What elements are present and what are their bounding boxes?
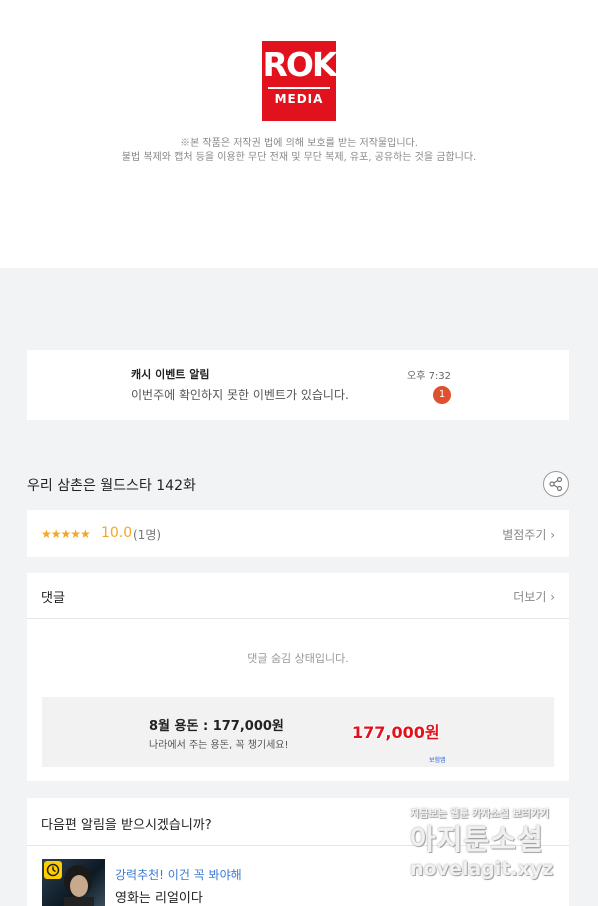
notification-title: 캐시 이벤트 알림 [131,368,210,381]
episode-title: 우리 삼촌은 월드스타 142화 [27,478,196,494]
rate-button[interactable]: 별점주기 › [502,526,555,543]
recommend-title[interactable]: 영화는 리얼이다 [115,887,203,906]
copyright-notice-line1: ※본 작품은 저작권 법에 의해 보호를 받는 저작물입니다. [180,138,418,149]
next-alert-question: 다음편 알림을 받으시겠습니까? [41,818,212,833]
rating-card: ★★★★★ 10.0 (1명) 별점주기 › [27,510,569,557]
share-button[interactable] [543,471,569,497]
recommend-tag: 강력추천! 이건 꼭 봐야해 [115,868,242,882]
watermark-line2: 아지툰소설 [410,823,544,856]
watermark-line3: novelagit.xyz [410,858,554,880]
notification-message: 이번주에 확인하지 못한 이벤트가 있습니다. [131,388,349,402]
rating-count: (1명) [133,528,162,542]
copyright-notice-line2: 불법 복제와 캡처 등을 이용한 무단 전재 및 무단 복제, 유포, 공유하는… [121,152,477,163]
ad-title: 8월 용돈 : 177,000원 [149,719,284,734]
ad-banner[interactable]: 8월 용돈 : 177,000원 나라에서 주는 용돈, 꼭 챙기세요! 177… [42,697,554,767]
comments-more-link[interactable]: 더보기 › [513,588,555,605]
share-icon [549,476,563,492]
logo-text-rok: ROK [262,45,337,84]
notification-card[interactable]: 캐시 이벤트 알림 오후 7:32 이번주에 확인하지 못한 이벤트가 있습니다… [27,350,569,420]
comments-hidden-message: 댓글 숨김 상태입니다. [247,652,349,665]
notification-time: 오후 7:32 [407,371,452,382]
recommend-thumbnail[interactable] [42,859,105,906]
rating-score: 10.0 [101,525,133,541]
divider [27,618,569,619]
comments-header: 댓글 [41,591,65,606]
rating-stars: ★★★★★ [41,527,91,541]
character-illustration [64,865,94,906]
logo-text-media: MEDIA [268,87,330,106]
ad-amount: 177,000원 [352,723,440,742]
ad-subtitle: 나라에서 주는 용돈, 꼭 챙기세요! [149,740,289,751]
ad-tag: 보험앱 [429,757,446,764]
notification-count-badge: 1 [433,386,451,404]
comments-card: 댓글 더보기 › 댓글 숨김 상태입니다. 8월 용돈 : 177,000원 나… [27,573,569,781]
rok-media-logo: ROK MEDIA [262,41,338,121]
